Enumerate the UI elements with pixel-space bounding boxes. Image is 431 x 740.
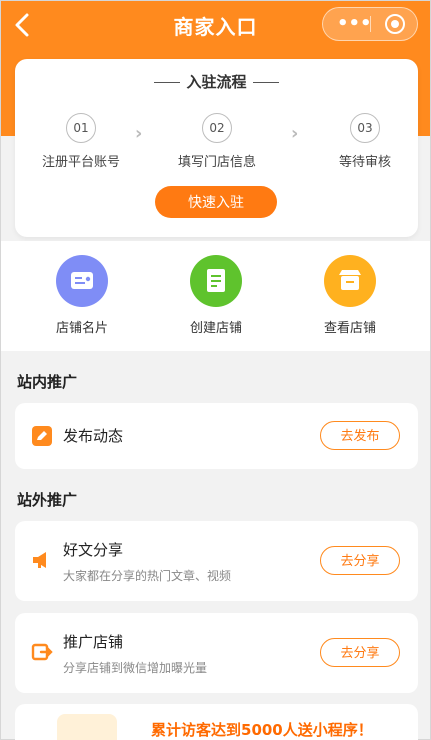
card-subtitle: 分享店铺到微信增加曝光量 bbox=[63, 661, 208, 675]
card-title: 好文分享 bbox=[63, 541, 124, 559]
mini-program-capsule: ••• bbox=[322, 7, 418, 41]
quick-action-create-store[interactable]: 创建店铺 bbox=[166, 255, 266, 336]
quick-action-store-card[interactable]: 店铺名片 bbox=[32, 255, 132, 336]
quick-actions: 店铺名片 创建店铺 查看店铺 bbox=[1, 241, 430, 351]
card-article-share: 好文分享 大家都在分享的热门文章、视频 去分享 bbox=[15, 521, 418, 601]
edit-icon bbox=[31, 425, 53, 447]
step-1: 01 注册平台账号 bbox=[21, 113, 141, 170]
card-icon bbox=[56, 255, 108, 307]
step-number: 02 bbox=[202, 113, 232, 143]
step-label: 填写门店信息 bbox=[177, 155, 256, 170]
promo-banner[interactable]: 累计访客达到5000人送小程序！ bbox=[15, 704, 418, 740]
step-2: 02 填写门店信息 bbox=[157, 113, 277, 170]
title-left-line bbox=[154, 82, 181, 83]
chevron-right-icon: › bbox=[135, 123, 143, 144]
process-title-text: 入驻流程 bbox=[186, 73, 247, 91]
chevron-right-icon: › bbox=[291, 123, 299, 144]
doc-icon bbox=[190, 255, 242, 307]
quick-join-button[interactable]: 快速入驻 bbox=[155, 186, 277, 218]
megaphone-icon bbox=[31, 549, 53, 571]
step-3: 03 等待审核 bbox=[305, 113, 425, 170]
title-right-line bbox=[252, 82, 279, 83]
target-close-icon[interactable] bbox=[385, 14, 405, 34]
process-title: 入驻流程 bbox=[15, 71, 418, 92]
share-store-icon bbox=[31, 641, 53, 663]
share-article-button[interactable]: 去分享 bbox=[320, 546, 400, 575]
step-label: 注册平台账号 bbox=[41, 155, 120, 170]
store-icon bbox=[324, 255, 376, 307]
quick-action-label: 查看店铺 bbox=[323, 321, 376, 336]
quick-action-label: 店铺名片 bbox=[55, 321, 108, 336]
section-title-offsite: 站外推广 bbox=[17, 491, 78, 509]
section-title-onsite: 站内推广 bbox=[17, 373, 78, 391]
step-number: 01 bbox=[66, 113, 96, 143]
publish-button[interactable]: 去发布 bbox=[320, 421, 400, 450]
card-promote-store: 推广店铺 分享店铺到微信增加曝光量 去分享 bbox=[15, 613, 418, 693]
promo-text: 累计访客达到5000人送小程序！ bbox=[151, 721, 373, 739]
card-title: 发布动态 bbox=[63, 427, 124, 445]
step-number: 03 bbox=[350, 113, 380, 143]
quick-action-label: 创建店铺 bbox=[189, 321, 242, 336]
capsule-divider bbox=[370, 16, 371, 32]
card-title: 推广店铺 bbox=[63, 633, 124, 651]
onboarding-process-card: 入驻流程 01 注册平台账号 › 02 填写门店信息 › 03 等待审核 快速入… bbox=[15, 59, 418, 237]
promo-illustration bbox=[57, 714, 117, 740]
more-dots-icon[interactable]: ••• bbox=[337, 14, 372, 34]
card-publish-post: 发布动态 去发布 bbox=[15, 403, 418, 469]
share-store-button[interactable]: 去分享 bbox=[320, 638, 400, 667]
quick-action-view-store[interactable]: 查看店铺 bbox=[300, 255, 400, 336]
card-subtitle: 大家都在分享的热门文章、视频 bbox=[63, 569, 232, 583]
navigation-bar: 商家入口 ••• bbox=[1, 1, 430, 49]
step-label: 等待审核 bbox=[338, 155, 391, 170]
